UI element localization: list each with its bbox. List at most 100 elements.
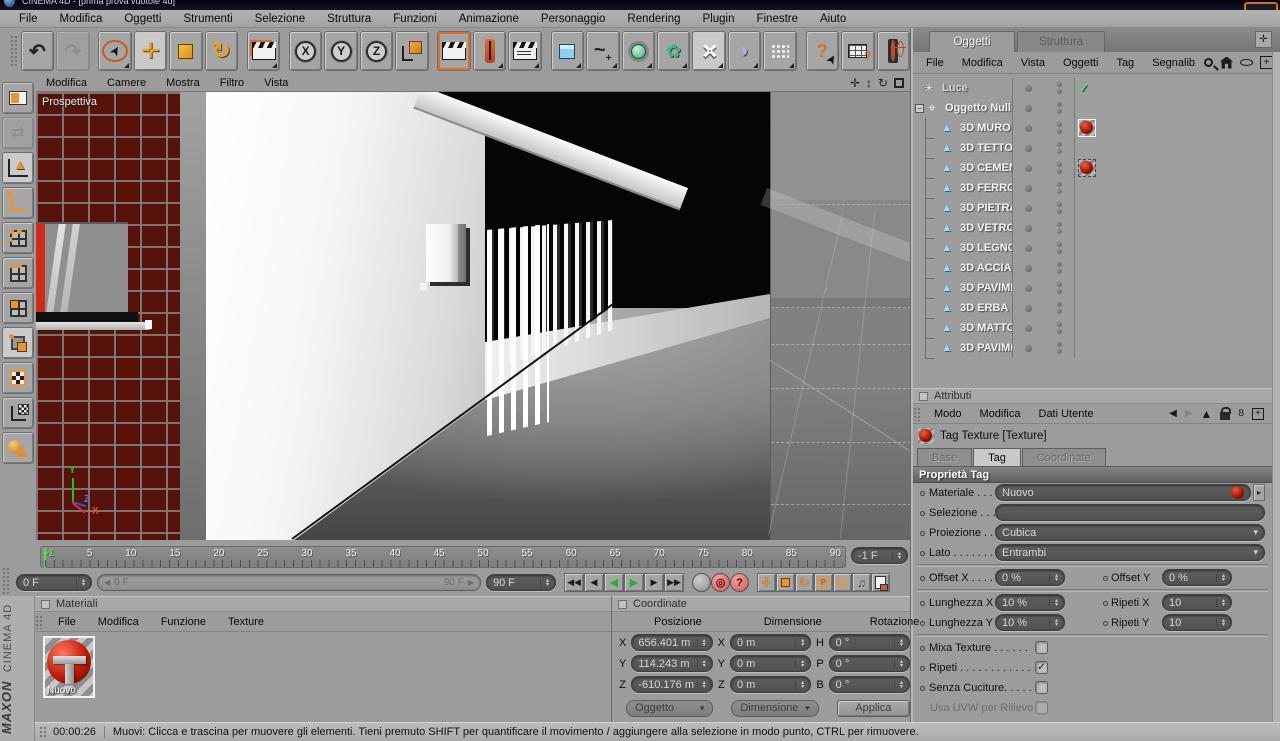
position-x-field[interactable]: 656.401 m ▴ ▾ [631, 634, 713, 651]
lock-icon[interactable] [1220, 406, 1232, 420]
camera-rotate-icon[interactable]: ↻ [878, 76, 888, 90]
mixa-texture-checkbox[interactable] [1035, 641, 1048, 654]
am-grip[interactable] [913, 406, 921, 421]
tag-cell[interactable] [1074, 98, 1272, 118]
online-help-button[interactable] [876, 31, 910, 71]
live-selection-button[interactable]: ➤ [98, 31, 132, 71]
tag-cell[interactable] [1074, 318, 1272, 338]
tag-cell[interactable] [1074, 338, 1272, 358]
texture-tag-icon[interactable] [1078, 159, 1096, 177]
om-menu-vista[interactable]: Vista [1012, 57, 1054, 69]
spinner[interactable]: ▴ ▾ [795, 659, 804, 669]
object-mode-button[interactable] [2, 432, 34, 464]
add-primitive-button[interactable] [550, 31, 585, 71]
tag-cell[interactable] [1074, 198, 1272, 218]
tree-row-luce[interactable]: ✳ Luce ✓ [913, 78, 1272, 98]
visibility-render-toggle[interactable] [1044, 278, 1074, 298]
timeline-range-slider[interactable]: ◀ 0 F 90 F ▶ [97, 574, 481, 591]
play-button[interactable]: ▶ [624, 573, 644, 592]
goto-end-button[interactable]: ▶▶ [664, 573, 684, 592]
visibility-render-toggle[interactable] [1044, 158, 1074, 178]
spinner[interactable]: ▴ ▾ [696, 680, 706, 690]
autokey-help-button[interactable]: ? [730, 573, 749, 592]
range-start-field[interactable]: 0 F ▴ ▾ [16, 574, 92, 591]
param-dot[interactable] [920, 665, 925, 671]
menu-personaggio[interactable]: Personaggio [530, 13, 617, 25]
menu-struttura[interactable]: Struttura [316, 13, 382, 25]
sound-record-button[interactable] [692, 573, 711, 592]
rotation-p-field[interactable]: 0 ° ▴ ▾ [828, 655, 910, 672]
tree-row-3d-muro-es[interactable]: ▲ 3D MURO ES [913, 118, 1272, 139]
spinner[interactable]: ▴ ▾ [891, 551, 901, 561]
lock-y-button[interactable]: Y [324, 31, 358, 71]
visibility-editor-toggle[interactable] [1012, 278, 1044, 298]
om-menu-segnalib[interactable]: Segnalib [1143, 57, 1204, 69]
tag-cell[interactable] [1074, 118, 1272, 138]
dimension-y-field[interactable]: 0 m ▴ ▾ [730, 655, 812, 672]
sound-toggle[interactable]: ♫ [852, 573, 871, 592]
expander-icon[interactable]: − [915, 103, 924, 113]
param-dot[interactable] [920, 510, 925, 516]
materiale-picker-button[interactable]: ▸ [1253, 484, 1265, 501]
ripeti-checkbox[interactable]: ✓ [1035, 661, 1048, 674]
particles-button[interactable] [763, 31, 797, 71]
next-key-button[interactable]: ▶ [644, 573, 664, 592]
last-tool-button[interactable] [246, 31, 281, 71]
tree-row-3d-vetro-f[interactable]: ▲ 3D VETRO F [913, 218, 1272, 239]
param-dot[interactable] [920, 685, 925, 691]
texture-axis-mode-button[interactable] [2, 397, 34, 429]
environment-button[interactable]: ◗ [727, 31, 762, 71]
mat-menu-texture[interactable]: Texture [217, 616, 275, 628]
om-menu-file[interactable]: File [917, 57, 953, 69]
key-pla-toggle[interactable] [833, 573, 852, 592]
oggetto-dropdown[interactable]: Oggetto ▾ [626, 699, 714, 717]
visibility-editor-toggle[interactable] [1012, 98, 1044, 118]
spinner[interactable]: ▴ ▾ [893, 659, 903, 669]
visibility-editor-toggle[interactable] [1012, 198, 1044, 218]
tree-row-3d-pavim01[interactable]: ▲ 3D PAVIM01 [913, 338, 1272, 359]
tree-row-3d-mattoni[interactable]: ▲ 3D MATTONI [913, 318, 1272, 339]
visibility-render-toggle[interactable] [1044, 238, 1074, 258]
visibility-render-toggle[interactable] [1044, 298, 1074, 318]
param-dot[interactable] [1103, 601, 1108, 606]
render-view-button[interactable] [437, 31, 471, 71]
param-dot[interactable] [920, 620, 925, 626]
transport-grip[interactable] [2, 566, 10, 599]
visibility-editor-toggle[interactable] [1012, 338, 1044, 358]
model-mode-button[interactable] [2, 327, 34, 359]
tree-row-3d-legno[interactable]: ▲ 3D LEGNO [913, 238, 1272, 259]
hypernurbs-button[interactable] [621, 31, 655, 71]
spinner[interactable]: ▴ ▾ [1215, 598, 1225, 608]
tab-struttura[interactable]: Struttura [1017, 31, 1105, 52]
om-menu-modifica[interactable]: Modifica [953, 57, 1012, 69]
tag-cell[interactable] [1074, 238, 1272, 258]
param-dot[interactable] [1103, 576, 1108, 581]
move-tool-button[interactable]: ✛ [133, 31, 168, 71]
lock-z-button[interactable]: Z [359, 31, 394, 71]
lunghezza-y-field[interactable]: 10 % ▴ ▾ [995, 614, 1065, 631]
tab-coordinate[interactable]: Coordinate [1021, 448, 1106, 466]
goto-start-button[interactable]: ◀◀ [564, 573, 584, 592]
menu-oggetti[interactable]: Oggetti [113, 13, 172, 25]
senza-cuciture-checkbox[interactable] [1035, 681, 1048, 694]
camera-pan-icon[interactable]: ✛ [850, 76, 860, 90]
visibility-render-toggle[interactable] [1044, 198, 1074, 218]
vp-menu-vista[interactable]: Vista [254, 77, 298, 89]
menu-file[interactable]: File [8, 13, 49, 25]
object-axis-mode-button[interactable] [2, 187, 34, 219]
key-scale-toggle[interactable] [776, 573, 795, 592]
convert-object-button[interactable]: ⇄ [2, 117, 34, 149]
am-menu-dati-utente[interactable]: Dati Utente [1030, 408, 1103, 420]
spinner[interactable]: ▴ ▾ [696, 659, 706, 669]
lock-x-button[interactable]: X [288, 31, 323, 71]
visibility-render-toggle[interactable] [1044, 118, 1074, 138]
rotation-h-field[interactable]: 0 ° ▴ ▾ [828, 634, 910, 651]
lunghezza-x-field[interactable]: 10 % ▴ ▾ [995, 594, 1065, 611]
minimal-keys-toggle[interactable] [871, 573, 890, 592]
visibility-editor-toggle[interactable] [1012, 238, 1044, 258]
visibility-render-toggle[interactable] [1044, 218, 1074, 238]
mat-menu-file[interactable]: File [47, 616, 87, 628]
key-parameter-toggle[interactable]: P [814, 573, 833, 592]
spinner[interactable]: ▴ ▾ [1048, 618, 1058, 628]
tree-row-3d-pietra[interactable]: ▲ 3D PIETRA [913, 198, 1272, 219]
